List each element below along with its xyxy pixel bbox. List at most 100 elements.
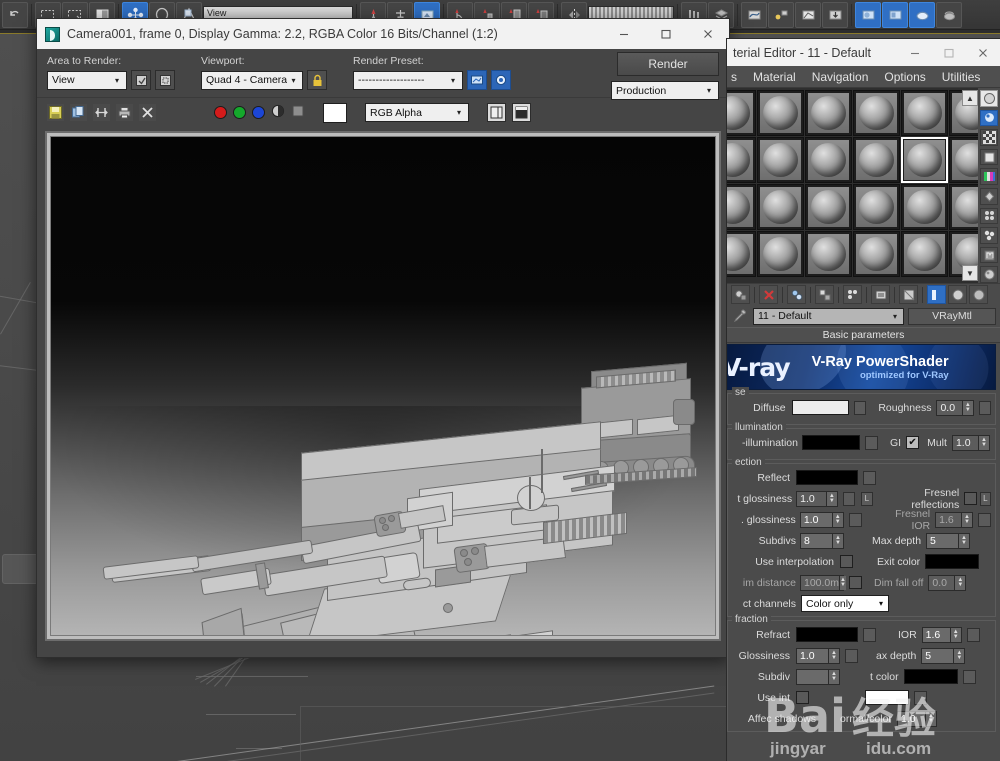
refraction-exit-color-swatch[interactable] [903, 669, 958, 684]
material-editor-toolbar[interactable] [727, 283, 1000, 305]
fog-color-swatch[interactable] [865, 690, 909, 705]
material-slot[interactable] [757, 90, 804, 136]
go-to-parent-icon[interactable] [899, 285, 918, 304]
spinner-arrows-icon[interactable]: ▲ ▼ [953, 648, 965, 663]
render-setup-dialog-button[interactable] [467, 70, 487, 90]
make-unique-icon[interactable] [843, 285, 862, 304]
alpha-channel-icon[interactable] [271, 104, 285, 121]
spinner-arrows-icon[interactable]: ▲ ▼ [839, 575, 846, 590]
blue-channel-icon[interactable] [252, 106, 265, 119]
minimize-icon[interactable] [898, 39, 932, 66]
spinner-arrows-icon[interactable]: ▲ ▼ [961, 400, 973, 415]
reflect-map-button[interactable] [863, 470, 876, 485]
sample-type-icon[interactable] [980, 90, 998, 107]
refraction-max-depth-spinner[interactable]: 5 ▲ ▼ [921, 647, 966, 664]
menu-item-utilities[interactable]: Utilities [942, 70, 981, 84]
material-slot[interactable] [727, 137, 756, 183]
spinner-arrows-icon[interactable]: ▲ ▼ [832, 533, 843, 548]
material-slot[interactable] [805, 184, 852, 230]
fresnel-ior-spinner[interactable]: 1.6 ▲ ▼ [935, 511, 974, 528]
spinner-arrows-icon[interactable]: ▲ ▼ [828, 648, 839, 663]
dim-distance-spinner[interactable]: 100.0m ▲ ▼ [800, 574, 846, 591]
max-depth-spinner[interactable]: 5 ▲ ▼ [926, 532, 971, 549]
gi-checkbox[interactable]: ✔ [906, 436, 920, 449]
diffuse-color-swatch[interactable] [791, 400, 850, 415]
environment-dialog-button[interactable] [491, 70, 511, 90]
material-id-channel-icon[interactable] [980, 246, 998, 264]
fresnel-ior-map-button[interactable] [978, 512, 991, 527]
mult-spinner[interactable]: 1.0 ▲ ▼ [951, 434, 990, 451]
roughness-spinner[interactable]: 0.0 ▲ ▼ [936, 399, 974, 416]
diffuse-map-button[interactable] [854, 400, 867, 415]
close-icon[interactable] [966, 39, 1000, 66]
image-toolbar[interactable]: RGB Alpha ▾ [37, 97, 729, 127]
put-to-library-icon[interactable] [787, 285, 806, 304]
material-slot[interactable] [805, 90, 852, 136]
refraction-use-interpolation-checkbox[interactable] [796, 691, 809, 704]
material-slot-grid[interactable]: ▲ ▼ [727, 88, 1000, 283]
sample-uv-tiling-icon[interactable] [980, 148, 998, 166]
render-image-frame[interactable] [45, 131, 721, 641]
fresnel-reflections-checkbox[interactable] [964, 492, 977, 505]
spinner-arrows-icon[interactable]: ▲ ▼ [831, 512, 843, 527]
print-size-wizard-icon[interactable] [93, 104, 110, 121]
close-icon[interactable] [687, 19, 729, 49]
select-by-material-icon[interactable] [980, 227, 998, 244]
material-editor-vertical-toolbar[interactable] [978, 88, 1000, 283]
hilight-glossiness-map-button[interactable] [842, 491, 856, 506]
material-slot[interactable] [901, 231, 948, 277]
dim-falloff-spinner[interactable]: 0.0 ▲ ▼ [928, 574, 967, 591]
clear-image-icon[interactable] [139, 104, 156, 121]
material-slot[interactable] [727, 90, 756, 136]
reset-map-icon[interactable] [759, 285, 778, 304]
exit-color-swatch[interactable] [925, 554, 980, 569]
material-slot[interactable] [901, 184, 948, 230]
spinner-arrows-icon[interactable]: ▲ ▼ [828, 669, 839, 684]
material-slot[interactable] [901, 90, 948, 136]
spinner-arrows-icon[interactable]: ▲ ▼ [954, 575, 966, 590]
eyedropper-icon[interactable] [731, 308, 749, 324]
red-channel-icon[interactable] [214, 106, 227, 119]
rendered-frame-window-titlebar[interactable]: Camera001, frame 0, Display Gamma: 2.2, … [37, 19, 729, 49]
spinner-arrows-icon[interactable]: ▲ ▼ [977, 435, 989, 450]
material-slot[interactable] [757, 231, 804, 277]
maximize-icon[interactable] [645, 19, 687, 49]
toggle-ui-icon[interactable] [512, 103, 531, 122]
hilight-glossiness-lock-button[interactable]: L [861, 491, 873, 506]
affect-channels-select[interactable]: Color only ▾ [801, 595, 889, 612]
area-to-render-select[interactable]: View ▾ [47, 70, 127, 90]
material-slot[interactable] [853, 90, 900, 136]
ior-map-button[interactable] [966, 627, 980, 642]
refraction-exit-color-map-button[interactable] [962, 669, 976, 684]
options-icon[interactable] [980, 207, 998, 225]
roughness-map-button[interactable] [978, 400, 991, 415]
material-slot[interactable] [805, 137, 852, 183]
refraction-glossiness-spinner[interactable]: 1.0 ▲ ▼ [796, 647, 840, 664]
undo-button[interactable] [2, 1, 28, 28]
material-slot[interactable] [757, 137, 804, 183]
dim-distance-checkbox[interactable] [849, 576, 862, 589]
backlight-icon[interactable] [980, 109, 998, 127]
material-editor-menubar[interactable]: s Material Navigation Options Utilities [727, 66, 1000, 88]
basic-parameters-rollout-header[interactable]: Basic parameters [727, 327, 1000, 343]
spinner-arrows-icon[interactable]: ▲ ▼ [961, 512, 973, 527]
clone-image-icon[interactable] [70, 104, 87, 121]
material-slot[interactable] [853, 231, 900, 277]
refract-color-swatch[interactable] [796, 627, 858, 642]
spinner-arrows-icon[interactable]: ▲ ▼ [825, 491, 837, 506]
fog-multiplier-spinner[interactable]: 1.0 ▲ ▼ [896, 710, 937, 727]
menu-item-material[interactable]: Material [753, 70, 796, 84]
material-editor-window[interactable]: terial Editor - 11 - Default s Material … [726, 38, 1000, 761]
refraction-glossiness-map-button[interactable] [845, 648, 858, 663]
material-slot-selected[interactable] [901, 137, 948, 183]
auto-region-selected-button[interactable] [131, 70, 151, 90]
get-material-icon[interactable] [731, 285, 750, 304]
refraction-subdivs-spinner[interactable]: ▲ ▼ [796, 668, 840, 685]
material-name-row[interactable]: 11 - Default ▾ VRayMtl [727, 305, 1000, 327]
render-mode-select[interactable]: Production ▾ [611, 81, 719, 100]
material-sphere-alt-icon[interactable] [969, 285, 988, 304]
show-shaded-material-icon[interactable] [927, 285, 946, 304]
self-illumination-color-swatch[interactable] [802, 435, 860, 450]
show-end-result-icon[interactable] [871, 285, 890, 304]
minimize-icon[interactable] [603, 19, 645, 49]
